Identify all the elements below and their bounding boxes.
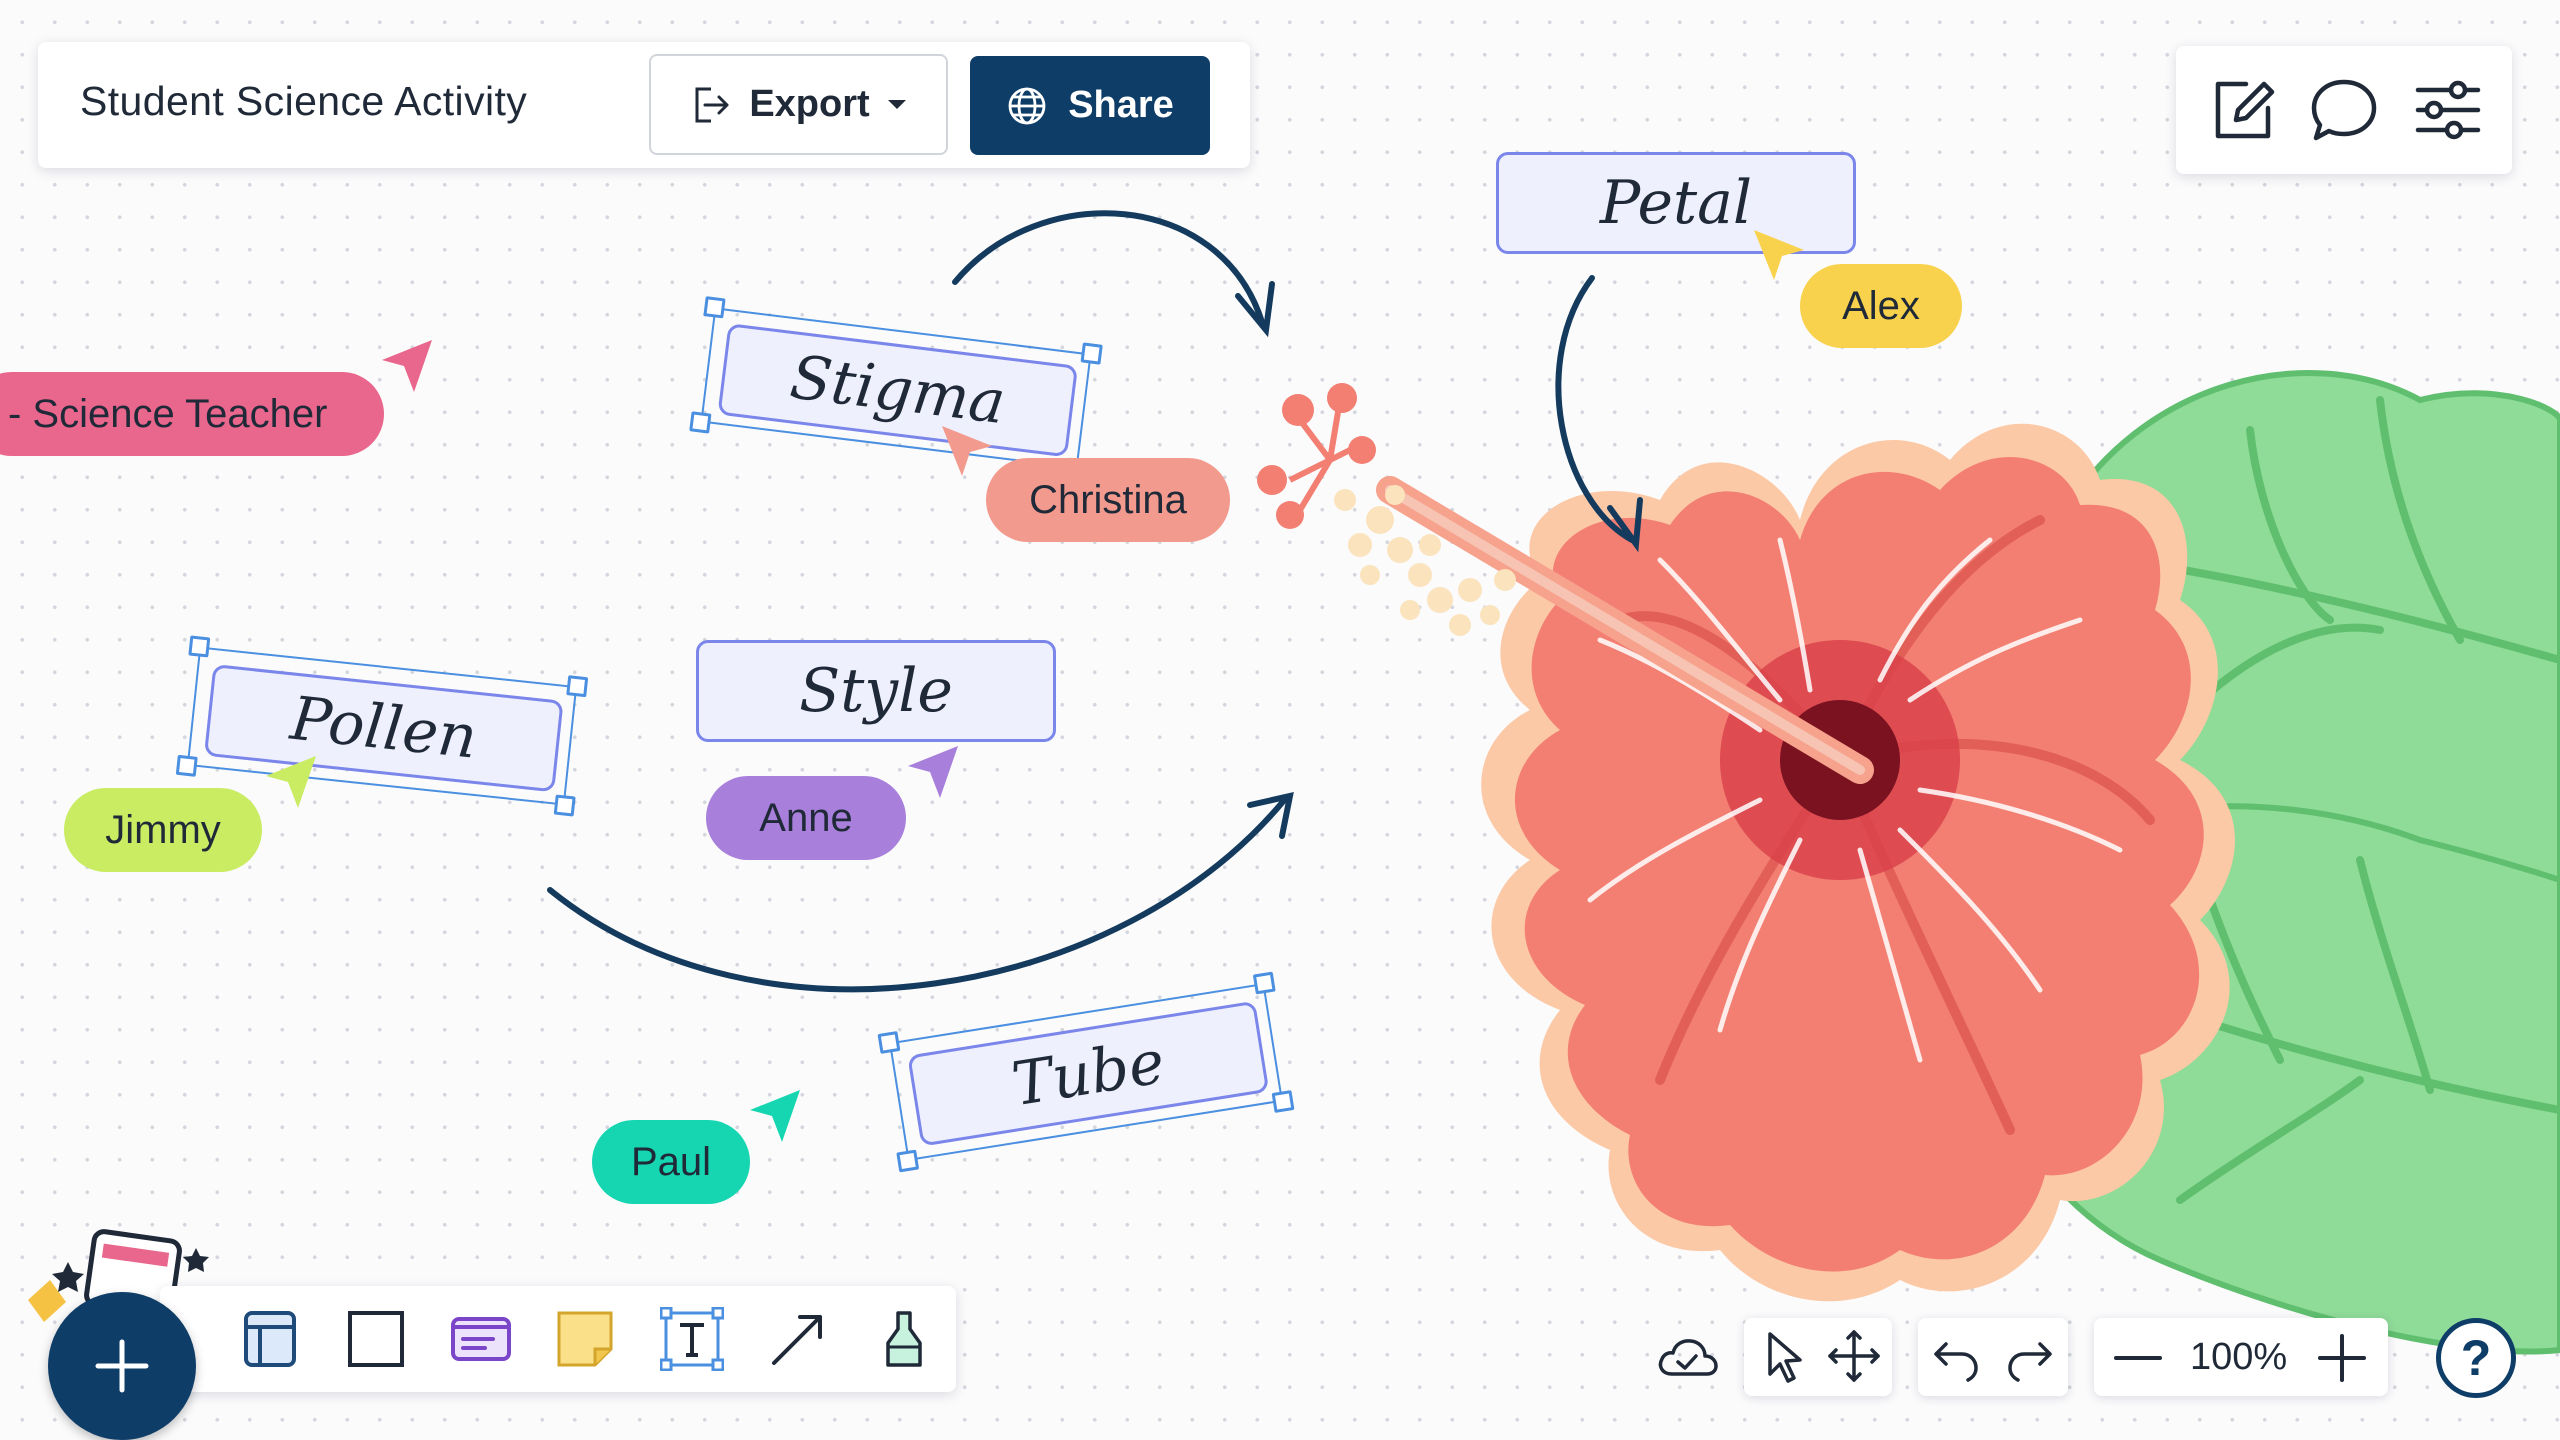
user-tag-jimmy-text: Jimmy xyxy=(105,807,221,852)
settings-sliders-icon[interactable] xyxy=(2410,72,2486,148)
zoom-out-icon[interactable] xyxy=(2112,1332,2164,1384)
label-style-text: Style xyxy=(799,656,953,726)
cursor-alex-icon xyxy=(1754,230,1804,280)
cursor-anne-icon xyxy=(908,746,958,798)
cursor-christina-icon xyxy=(942,426,992,476)
sticky-note-tool-icon[interactable] xyxy=(553,1307,617,1371)
user-tag-christina-text: Christina xyxy=(1029,477,1187,522)
share-label: Share xyxy=(1068,84,1174,126)
label-style[interactable]: Style xyxy=(696,640,1056,742)
card-tool-icon[interactable] xyxy=(449,1307,513,1371)
label-petal-text: Petal xyxy=(1599,168,1753,238)
zoom-level[interactable]: 100% xyxy=(2190,1336,2287,1379)
cloud-sync-icon xyxy=(1658,1339,1718,1376)
hibiscus-flower-image xyxy=(1257,383,2235,1302)
rectangle-tool-icon[interactable] xyxy=(344,1307,408,1371)
cursor-paul-icon xyxy=(750,1090,800,1142)
document-title[interactable]: Student Science Activity xyxy=(80,78,527,125)
export-icon xyxy=(695,87,729,122)
zoom-in-icon[interactable] xyxy=(2316,1332,2368,1384)
user-tag-teacher-text: - Science Teacher xyxy=(8,391,328,436)
arrow-tool-icon[interactable] xyxy=(766,1307,830,1371)
redo-icon[interactable] xyxy=(2000,1326,2060,1386)
plus-icon xyxy=(95,1339,149,1393)
export-label: Export xyxy=(749,83,870,125)
label-tube-text: Tube xyxy=(1007,1027,1170,1121)
user-tag-anne: Anne xyxy=(706,776,906,860)
pan-move-icon[interactable] xyxy=(1824,1326,1884,1386)
share-button[interactable]: Share xyxy=(970,56,1210,155)
comment-icon[interactable] xyxy=(2306,72,2382,148)
edit-note-icon[interactable] xyxy=(2206,72,2282,148)
user-tag-paul-text: Paul xyxy=(630,1139,712,1184)
help-button[interactable]: ? xyxy=(2436,1318,2516,1398)
user-tag-jimmy: Jimmy xyxy=(64,788,262,872)
select-pointer-icon[interactable] xyxy=(1756,1326,1816,1386)
text-tool-icon[interactable] xyxy=(660,1307,724,1371)
user-tag-paul: Paul xyxy=(592,1120,750,1204)
user-tag-alex-text: Alex xyxy=(1842,283,1920,328)
cursor-teacher-icon xyxy=(382,340,432,392)
frame-tool-icon[interactable] xyxy=(238,1307,302,1371)
export-button[interactable]: Export xyxy=(649,54,948,155)
user-tag-christina: Christina xyxy=(986,458,1230,542)
undo-icon[interactable] xyxy=(1926,1326,1986,1386)
user-tag-alex: Alex xyxy=(1800,264,1962,348)
cursor-jimmy-icon xyxy=(266,756,316,808)
top-right-panel xyxy=(2176,46,2512,174)
user-tag-teacher: - Science Teacher xyxy=(0,372,384,456)
user-tag-anne-text: Anne xyxy=(759,795,853,840)
globe-icon xyxy=(1008,87,1046,124)
chevron-down-icon xyxy=(887,99,906,109)
pen-tool-icon[interactable] xyxy=(872,1307,936,1371)
add-button[interactable] xyxy=(48,1292,196,1440)
help-label: ? xyxy=(2460,1330,2492,1386)
